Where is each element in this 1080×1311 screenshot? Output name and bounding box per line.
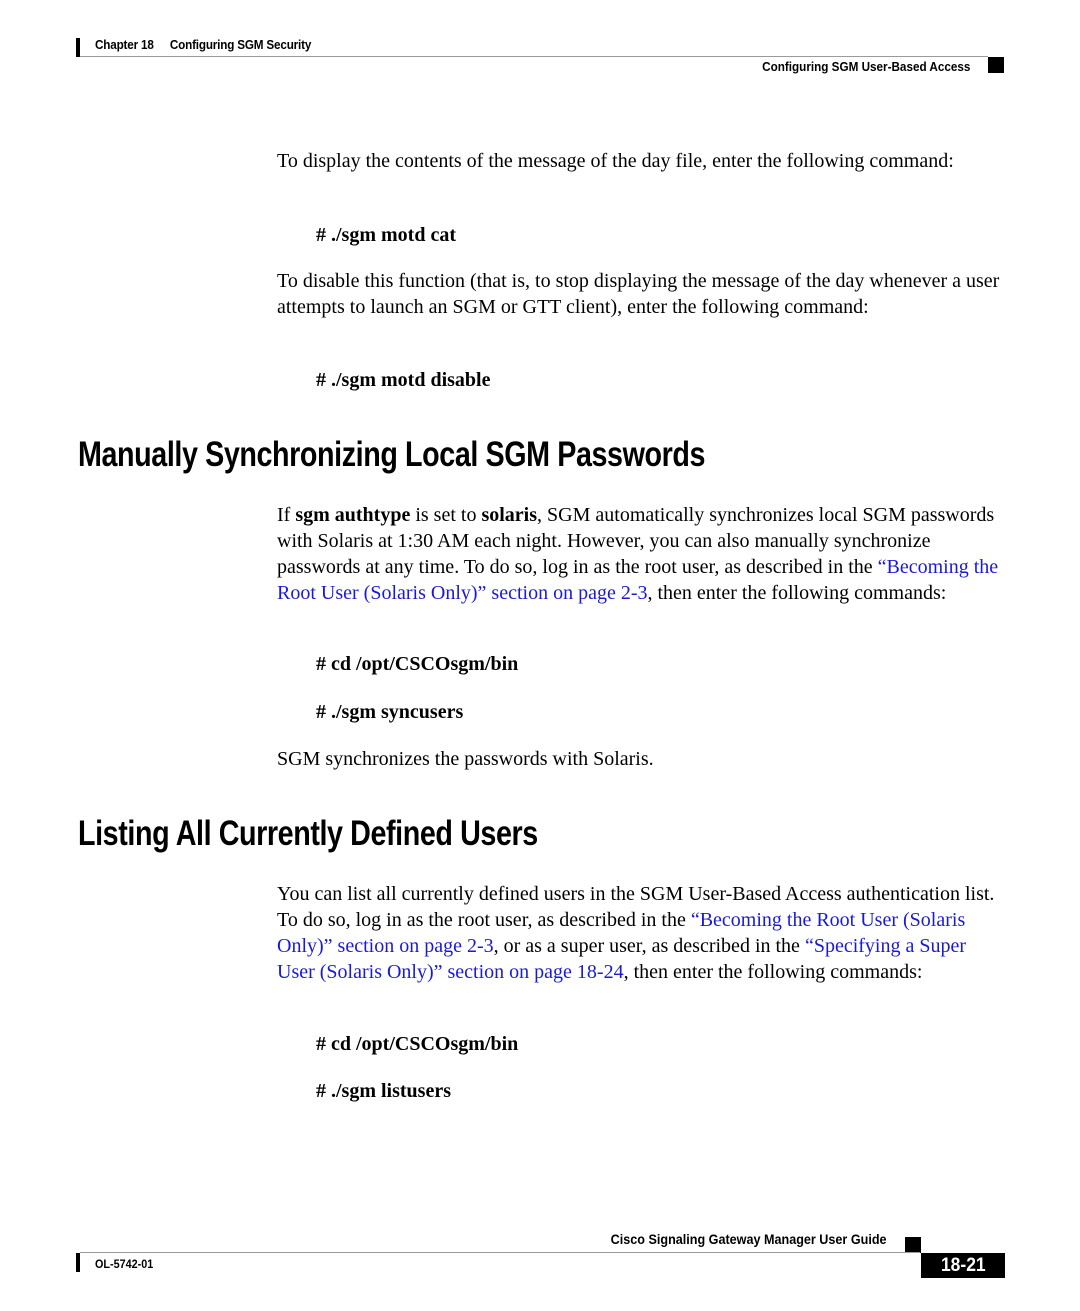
header-left-bar xyxy=(76,38,80,57)
term-sgm-authtype: sgm authtype xyxy=(295,504,411,526)
chapter-title: Configuring SGM Security xyxy=(169,37,312,52)
chapter-label: Chapter 18 xyxy=(95,37,154,52)
section-heading-sync-passwords: Manually Synchronizing Local SGM Passwor… xyxy=(78,435,706,474)
header-rule xyxy=(80,56,988,57)
command-syncusers: # ./sgm syncusers xyxy=(316,701,464,723)
command-listusers: # ./sgm listusers xyxy=(316,1080,451,1102)
intro-paragraph-2: To disable this function (that is, to st… xyxy=(277,270,1000,318)
footer-doc-number: OL-5742-01 xyxy=(95,1257,154,1271)
term-solaris: solaris xyxy=(481,504,538,526)
header-marker-square xyxy=(988,57,1004,73)
command-cd-bin: # cd /opt/CSCOsgm/bin xyxy=(316,1033,519,1055)
intro-paragraph-1: To display the contents of the message o… xyxy=(277,150,954,172)
command-motd-cat: # ./sgm motd cat xyxy=(316,224,456,246)
running-header-section: Configuring SGM User-Based Access xyxy=(761,59,970,74)
sync-passwords-paragraph: If sgm authtype is set to solaris, SGM a… xyxy=(277,504,999,604)
command-cd-bin: # cd /opt/CSCOsgm/bin xyxy=(316,653,519,675)
list-users-paragraph: You can list all currently defined users… xyxy=(277,883,995,983)
section-heading-list-users: Listing All Currently Defined Users xyxy=(78,814,538,853)
footer-rule xyxy=(80,1252,920,1253)
document-page: Chapter 18 Configuring SGM Security Confi… xyxy=(0,0,1080,1311)
footer-left-bar xyxy=(76,1253,80,1272)
footer-guide-title: Cisco Signaling Gateway Manager User Gui… xyxy=(611,1231,887,1247)
footer-marker-square xyxy=(905,1237,921,1253)
running-header-chapter: Chapter 18 Configuring SGM Security xyxy=(95,37,311,52)
page-number-label: 18-21 xyxy=(940,1255,986,1276)
command-motd-disable: # ./sgm motd disable xyxy=(316,369,491,391)
sync-result-text: SGM synchronizes the passwords with Sola… xyxy=(277,748,654,770)
footer-page-number: 18-21 xyxy=(921,1253,1005,1278)
